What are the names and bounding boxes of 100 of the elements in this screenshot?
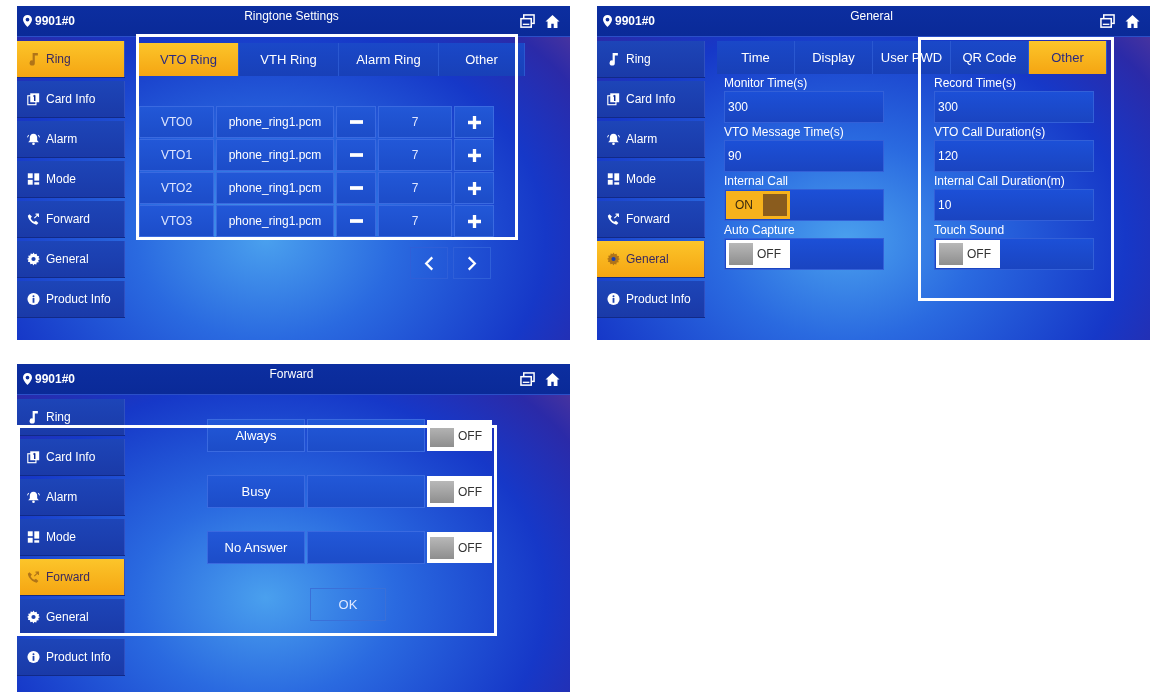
settings-icon — [27, 252, 40, 266]
minus-icon — [349, 186, 363, 190]
device-cell: VTO0 — [139, 106, 214, 138]
bell-icon — [27, 490, 40, 504]
location-label: 9901#0 — [615, 14, 656, 28]
ringtone-cell[interactable]: phone_ring1.pcm — [216, 205, 334, 237]
sidebar-item[interactable]: Product Info — [597, 281, 705, 317]
plus-icon — [467, 148, 481, 162]
option-label: No Answer — [207, 531, 305, 564]
input-field[interactable]: 120 — [934, 140, 1094, 172]
input-field[interactable]: 300 — [934, 91, 1094, 123]
field-label: Internal Call — [724, 174, 790, 189]
sidebar-item[interactable]: General — [17, 241, 125, 277]
toggle-switch[interactable]: OFF — [427, 420, 492, 451]
tab[interactable]: QR Code — [951, 41, 1029, 74]
input-field[interactable]: 10 — [934, 189, 1094, 221]
plus-button[interactable] — [454, 106, 494, 138]
grid-icon — [27, 172, 40, 186]
sidebar-item[interactable]: Card Info — [17, 81, 125, 117]
sidebar-item[interactable]: General — [17, 599, 125, 635]
tab[interactable]: Alarm Ring — [339, 43, 439, 76]
volume-cell: 7 — [378, 139, 452, 171]
minus-button[interactable] — [336, 205, 376, 237]
sidebar-item[interactable]: Card Info — [597, 81, 705, 117]
tab[interactable]: VTO Ring — [139, 43, 239, 76]
bell-icon — [607, 132, 620, 146]
plus-icon — [467, 115, 481, 129]
toggle-switch[interactable]: OFF — [726, 240, 790, 268]
plus-button[interactable] — [454, 172, 494, 204]
ringtone-cell[interactable]: phone_ring1.pcm — [216, 106, 334, 138]
info-icon — [27, 650, 40, 664]
plus-button[interactable] — [454, 205, 494, 237]
settings-icon — [27, 610, 40, 624]
music-note-icon — [27, 52, 40, 66]
volume-cell: 7 — [378, 106, 452, 138]
music-note-icon — [27, 410, 40, 424]
chevron-left-icon — [424, 255, 434, 271]
sidebar-item[interactable]: Mode — [597, 161, 705, 197]
minus-button[interactable] — [336, 172, 376, 204]
info-icon — [27, 292, 40, 306]
screen-title: General — [849, 9, 894, 23]
minus-button[interactable] — [336, 139, 376, 171]
input-field[interactable]: 90 — [724, 140, 884, 172]
minus-icon — [349, 219, 363, 223]
chevron-right-icon — [467, 255, 477, 271]
screen-title: Ringtone Settings — [243, 9, 340, 23]
music-note-icon — [607, 52, 620, 66]
tab[interactable]: Other — [439, 43, 525, 76]
field-label: VTO Message Time(s) — [724, 125, 845, 140]
home-icon — [545, 13, 560, 29]
screen-title: Forward — [268, 367, 315, 381]
field-label: Monitor Time(s) — [724, 76, 809, 91]
minus-button[interactable] — [336, 106, 376, 138]
sidebar-item[interactable]: Forward — [17, 559, 125, 595]
minus-icon — [349, 153, 363, 157]
sidebar-item[interactable]: Card Info — [17, 439, 125, 475]
sidebar-item[interactable]: Mode — [17, 161, 125, 197]
next-button[interactable] — [453, 247, 491, 279]
sidebar-item[interactable]: General — [597, 241, 705, 277]
phone-forward-icon — [27, 570, 40, 584]
pin-icon — [23, 15, 32, 27]
sidebar-item[interactable]: Alarm — [597, 121, 705, 157]
input-field[interactable]: 300 — [724, 91, 884, 123]
plus-icon — [467, 214, 481, 228]
ringtone-cell[interactable]: phone_ring1.pcm — [216, 139, 334, 171]
field-label: Touch Sound — [934, 223, 1006, 238]
plus-button[interactable] — [454, 139, 494, 171]
bell-icon — [27, 132, 40, 146]
pin-icon — [603, 15, 612, 27]
ringtone-cell[interactable]: phone_ring1.pcm — [216, 172, 334, 204]
minus-icon — [349, 120, 363, 124]
sidebar-item[interactable]: Product Info — [17, 281, 125, 317]
tab[interactable]: Display — [795, 41, 873, 74]
sidebar-item[interactable]: Alarm — [17, 479, 125, 515]
device-cell: VTO2 — [139, 172, 214, 204]
sidebar-item[interactable]: Ring — [17, 41, 125, 77]
sidebar-item[interactable]: Ring — [597, 41, 705, 77]
tab[interactable]: VTH Ring — [239, 43, 339, 76]
previous-button[interactable] — [410, 247, 448, 279]
tab[interactable]: Time — [717, 41, 795, 74]
sidebar-item[interactable]: Product Info — [17, 639, 125, 675]
option-label: Busy — [207, 475, 305, 508]
field-label: Auto Capture — [724, 223, 796, 238]
sidebar-item[interactable]: Alarm — [17, 121, 125, 157]
tab[interactable]: Other — [1029, 41, 1107, 74]
toggle-switch[interactable]: OFF — [427, 476, 492, 507]
volume-cell: 7 — [378, 205, 452, 237]
home-icon — [1125, 13, 1140, 29]
toggle-switch[interactable]: OFF — [427, 532, 492, 563]
toggle-switch[interactable]: ON — [726, 191, 790, 219]
pin-icon — [23, 373, 32, 385]
toggle-switch[interactable]: OFF — [936, 240, 1000, 268]
sidebar-item[interactable]: Forward — [17, 201, 125, 237]
phone-forward-icon — [607, 212, 620, 226]
device-cell: VTO1 — [139, 139, 214, 171]
windows-icon — [520, 371, 535, 387]
plus-icon — [467, 181, 481, 195]
windows-icon — [1100, 13, 1115, 29]
sidebar-item[interactable]: Mode — [17, 519, 125, 555]
sidebar-item[interactable]: Forward — [597, 201, 705, 237]
